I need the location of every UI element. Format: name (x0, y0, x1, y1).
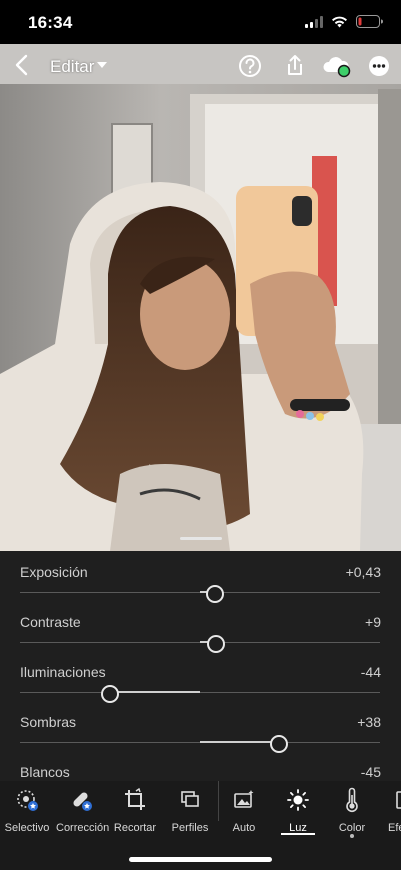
slider-row-shadows: Sombras +38 (0, 701, 401, 753)
slider-row-whites: Blancos -45 (0, 751, 401, 781)
status-icons (305, 15, 383, 28)
tool-light[interactable]: Luz (280, 787, 316, 834)
tool-label: Selectivo (4, 822, 50, 834)
cloud-sync-icon[interactable] (321, 51, 353, 81)
slider-value: -45 (360, 764, 381, 780)
slider-label: Iluminaciones (20, 664, 106, 680)
tool-healing[interactable]: Corrección (56, 787, 110, 834)
slider-label: Contraste (20, 614, 81, 630)
edit-top-bar: Editar (0, 44, 401, 88)
tool-label: Perfiles (171, 822, 209, 834)
light-adjustment-panel: Exposición +0,43 Contraste +9 Iluminacio… (0, 551, 401, 781)
auto-icon (234, 790, 254, 808)
edit-mode-title[interactable]: Editar (50, 57, 94, 77)
help-icon[interactable] (235, 51, 265, 81)
tool-crop[interactable]: Recortar (113, 787, 157, 834)
tool-label: Corrección (56, 822, 110, 834)
tool-divider (218, 781, 219, 821)
color-icon (346, 787, 358, 813)
tool-label: Recortar (113, 822, 157, 834)
tool-label: Efe (388, 822, 401, 834)
slider-row-exposure: Exposición +0,43 (0, 551, 401, 603)
photo-canvas[interactable] (0, 44, 401, 551)
slider-track[interactable] (20, 692, 380, 693)
light-icon (287, 789, 309, 811)
battery-icon (356, 15, 383, 28)
slider-value: +38 (357, 714, 381, 730)
slider-fill (110, 691, 200, 693)
share-icon[interactable] (280, 51, 310, 81)
tool-label: Auto (232, 822, 256, 834)
tool-profiles[interactable]: Perfiles (168, 787, 212, 834)
wifi-icon (332, 16, 347, 27)
profiles-icon (181, 791, 199, 807)
slider-value: +9 (365, 614, 381, 630)
slider-row-highlights: Iluminaciones -44 (0, 651, 401, 703)
panel-drag-handle[interactable] (180, 537, 222, 540)
signal-icon (305, 15, 323, 28)
slider-fill (200, 741, 280, 743)
home-indicator[interactable] (129, 857, 272, 862)
slider-label: Sombras (20, 714, 77, 730)
mirror-selfie-photo (0, 44, 401, 551)
tool-effects[interactable]: Efe (388, 787, 401, 834)
status-bar: 16:34 (0, 0, 401, 44)
effects-icon (396, 791, 401, 809)
selective-icon (17, 790, 38, 811)
active-tool-indicator (281, 833, 315, 835)
slider-value: +0,43 (345, 564, 381, 580)
tool-selective[interactable]: Selectivo (4, 787, 50, 834)
tool-label: Color (338, 822, 366, 834)
crop-icon (125, 787, 145, 810)
slider-label: Exposición (20, 564, 88, 580)
more-icon[interactable] (364, 51, 394, 81)
tool-color[interactable]: Color (333, 787, 371, 834)
slider-value: -44 (360, 664, 381, 680)
healing-icon (73, 792, 92, 811)
slider-label: Blancos (20, 764, 70, 780)
color-edited-dot (350, 834, 354, 838)
chevron-down-icon[interactable] (97, 62, 107, 69)
status-time: 16:34 (28, 13, 73, 32)
back-chevron-icon[interactable] (10, 52, 36, 78)
tool-auto[interactable]: Auto (226, 787, 262, 834)
slider-row-contrast: Contraste +9 (0, 601, 401, 653)
